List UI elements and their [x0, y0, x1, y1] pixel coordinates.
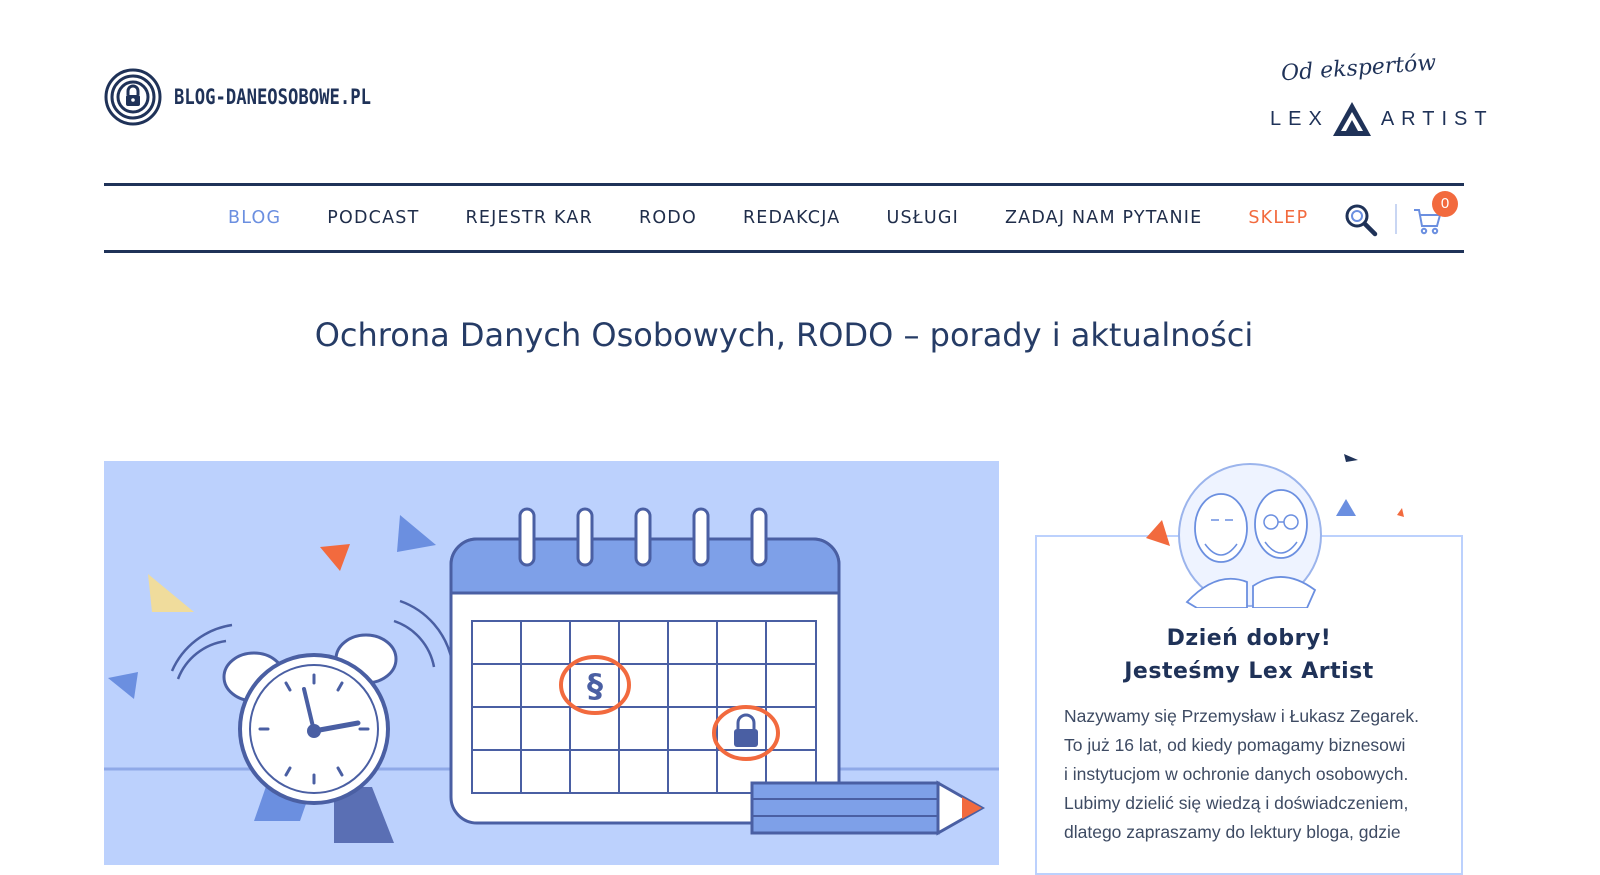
about-text: Nazywamy się Przemysław i Łukasz Zegarek…: [1064, 702, 1436, 847]
about-text-line: dlatego zapraszamy do lektury bloga, gdz…: [1064, 822, 1401, 842]
nav-item-redakcja[interactable]: REDAKCJA: [743, 208, 841, 228]
nav-item-uslugi[interactable]: USŁUGI: [886, 208, 958, 228]
nav-item-rodo[interactable]: RODO: [639, 208, 697, 228]
site-name: BLOG-DANEOSOBOWE.PL: [174, 85, 371, 109]
partner-tagline: Od ekspertów: [1280, 50, 1437, 87]
cart-count-badge: 0: [1432, 191, 1458, 217]
about-heading-name: Jesteśmy Lex Artist: [1124, 659, 1374, 684]
nav-item-rejestr-kar[interactable]: REJESTR KAR: [465, 208, 592, 228]
nav-item-blog[interactable]: BLOG: [228, 208, 281, 228]
partner-brand-left: LEX: [1270, 107, 1329, 130]
about-text-line: Lubimy dzielić się wiedzą i doświadczeni…: [1064, 793, 1409, 813]
page-title: Ochrona Danych Osobowych, RODO – porady …: [314, 316, 1254, 354]
main-navigation: BLOG PODCAST REJESTR KAR RODO REDAKCJA U…: [104, 183, 1464, 253]
nav-item-sklep[interactable]: SKLEP: [1248, 208, 1308, 228]
partner-brand: LEX ARTIST: [1270, 100, 1494, 138]
calendar-icon: §: [449, 507, 841, 825]
about-text-line: To już 16 lat, od kiedy pomagamy bizneso…: [1064, 735, 1406, 755]
featured-post-image[interactable]: §: [104, 461, 999, 865]
fingerprint-lock-icon: [104, 68, 162, 126]
triangle-logo-icon: [1332, 102, 1371, 136]
authors-avatar: [1177, 462, 1323, 609]
pencil-icon: [750, 780, 986, 836]
authors-portrait-icon: [1178, 463, 1322, 609]
nav-item-zadaj-pytanie[interactable]: ZADAJ NAM PYTANIE: [1005, 208, 1202, 228]
alarm-clock-icon: [170, 599, 454, 843]
search-button[interactable]: [1344, 203, 1378, 237]
nav-divider: [1395, 204, 1397, 234]
about-text-line: i instytucjom w ochronie danych osobowyc…: [1064, 764, 1409, 784]
about-heading: Dzień dobry! Jesteśmy Lex Artist: [1035, 622, 1463, 688]
about-text-line: Nazywamy się Przemysław i Łukasz Zegarek…: [1064, 706, 1419, 726]
about-heading-greeting: Dzień dobry!: [1166, 626, 1332, 651]
search-icon: [1345, 204, 1378, 237]
partner-brand-right: ARTIST: [1380, 107, 1494, 130]
partner-logo[interactable]: Od ekspertów LEX ARTIST: [1270, 51, 1487, 146]
nav-item-podcast[interactable]: PODCAST: [327, 208, 419, 228]
site-logo[interactable]: BLOG-DANEOSOBOWE.PL: [104, 66, 414, 128]
calendar-clock-illustration: §: [104, 507, 999, 843]
svg-text:§: §: [587, 667, 603, 705]
